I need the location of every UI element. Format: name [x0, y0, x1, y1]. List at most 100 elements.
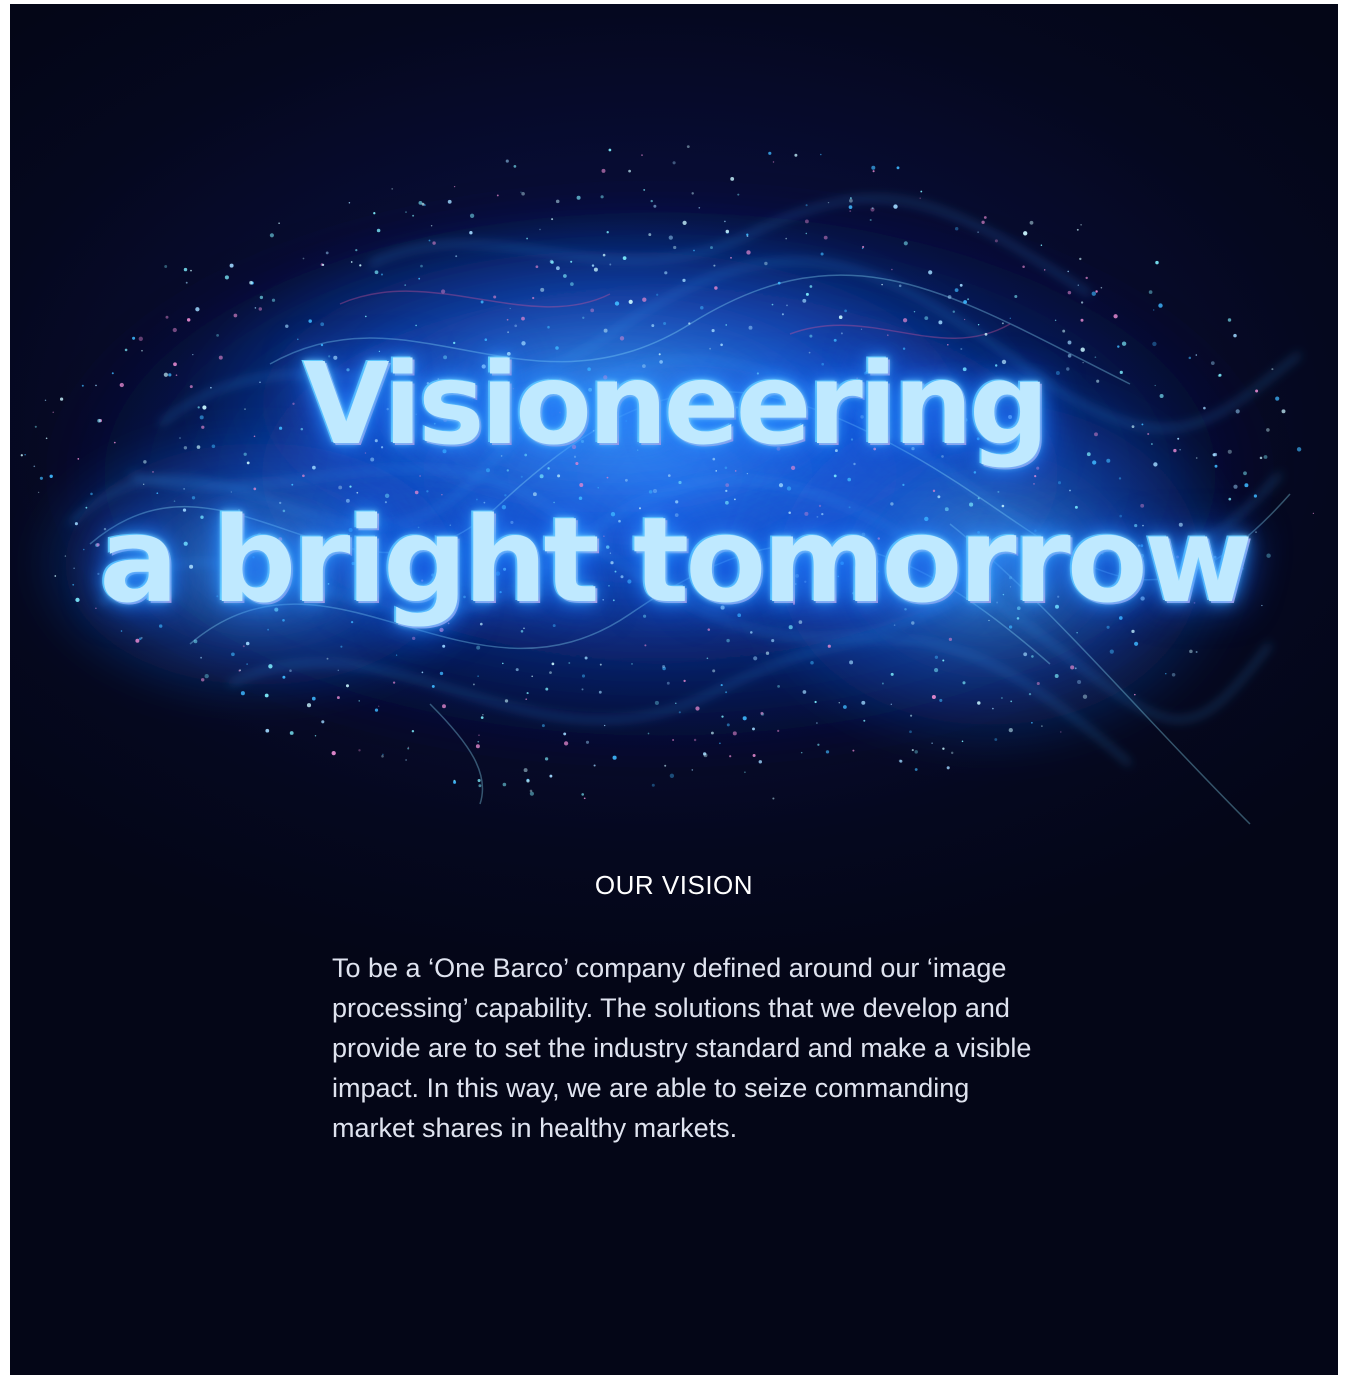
particle-dot: [902, 483, 905, 487]
particle-dot: [648, 233, 652, 237]
particle-dot: [902, 318, 908, 323]
particle-dot: [336, 696, 340, 700]
particle-dot: [291, 483, 294, 486]
particle-dot: [563, 732, 567, 736]
particle-dot: [934, 668, 939, 673]
particle-dot: [563, 274, 567, 278]
particle-dot: [983, 216, 987, 219]
particle-dot: [1023, 231, 1028, 236]
particle-dot: [700, 306, 704, 310]
particle-dot: [442, 704, 446, 709]
particle-dot: [703, 753, 708, 758]
particle-dot: [653, 204, 657, 208]
particle-dot: [229, 263, 234, 268]
particle-dot: [804, 219, 809, 224]
particle-dot: [348, 201, 351, 204]
particle-dot: [664, 271, 668, 275]
particle-dot: [1080, 318, 1084, 322]
particle-dot: [570, 282, 574, 286]
particle-dot: [513, 165, 517, 168]
particle-dot: [861, 247, 864, 250]
particle-dot: [981, 220, 985, 224]
particle-dot: [502, 782, 507, 787]
particle-dot: [843, 705, 847, 709]
particle-dot: [326, 657, 329, 660]
particle-dot: [816, 722, 818, 724]
particle-dot: [919, 197, 921, 199]
particle-dot: [340, 645, 343, 648]
particle-dot: [314, 735, 317, 737]
particle-dot: [920, 190, 923, 193]
particle-dot: [242, 645, 245, 648]
particle-dot: [628, 169, 631, 173]
particle-dot: [928, 270, 933, 275]
particle-dot: [1029, 220, 1034, 225]
particle-cloud-illustration: [20, 145, 1315, 825]
particle-dot: [675, 702, 677, 705]
particle-dot: [1000, 696, 1003, 700]
particle-dot: [750, 631, 753, 634]
particle-dot: [772, 161, 775, 163]
particle-dot: [502, 662, 504, 665]
particle-dot: [405, 759, 408, 761]
particle-dot: [282, 675, 286, 679]
particle-dot: [509, 307, 511, 310]
particle-dot: [600, 195, 604, 199]
particle-dot: [785, 237, 787, 240]
particle-dot: [419, 475, 421, 477]
particle-dot: [778, 483, 784, 488]
particle-dot: [581, 674, 586, 678]
particle-dot: [374, 270, 379, 275]
particle-dot: [585, 740, 590, 744]
particle-dot: [662, 664, 666, 669]
particle-dot: [624, 478, 628, 482]
particle-dot: [725, 483, 730, 487]
particle-dot: [381, 754, 384, 758]
particle-dot: [547, 325, 550, 329]
particle-dot: [959, 283, 963, 287]
particle-dot: [614, 301, 620, 306]
particle-dot: [641, 154, 643, 157]
particle-dot: [591, 264, 595, 267]
particle-dot: [1041, 725, 1043, 727]
particle-dot: [758, 760, 763, 764]
particle-dot: [890, 703, 892, 705]
particle-dot: [246, 663, 248, 665]
particle-dot: [1054, 319, 1057, 322]
particle-dot: [1067, 270, 1070, 273]
particle-dot: [688, 322, 691, 325]
particle-dot: [848, 205, 853, 209]
particle-dot: [183, 267, 188, 272]
particle-dot: [477, 675, 479, 677]
particle-dot: [1014, 294, 1018, 299]
particle-dot: [1134, 641, 1139, 646]
particle-dot: [809, 285, 813, 288]
particle-dot: [190, 269, 192, 272]
particle-dot: [712, 669, 716, 673]
particle-dot: [896, 166, 900, 170]
vision-title: OUR VISION: [594, 870, 754, 900]
particle-dot: [216, 334, 219, 337]
particle-dot: [1008, 727, 1013, 733]
particle-dot: [952, 310, 956, 313]
particle-dot: [1171, 673, 1176, 677]
particle-dot: [135, 638, 140, 643]
particle-dot: [668, 235, 673, 240]
page-canvas: Visioneering a bright tomorrow OUR VISIO…: [10, 4, 1338, 1375]
particle-dot: [570, 260, 573, 263]
particle-dot: [810, 661, 814, 665]
particle-dot: [1031, 655, 1034, 658]
particle-dot: [706, 657, 709, 660]
particle-dot: [724, 220, 726, 223]
particle-dot: [814, 700, 817, 704]
particle-dot: [691, 192, 694, 195]
particle-dot: [1076, 228, 1079, 231]
particle-dot: [710, 246, 713, 250]
particle-dot: [430, 224, 433, 227]
particle-dot: [1214, 464, 1218, 468]
particle-dot: [606, 231, 609, 234]
particle-dot: [838, 315, 843, 320]
particle-dot: [725, 691, 728, 694]
particle-dot: [914, 750, 918, 754]
particle-dot: [302, 474, 305, 478]
